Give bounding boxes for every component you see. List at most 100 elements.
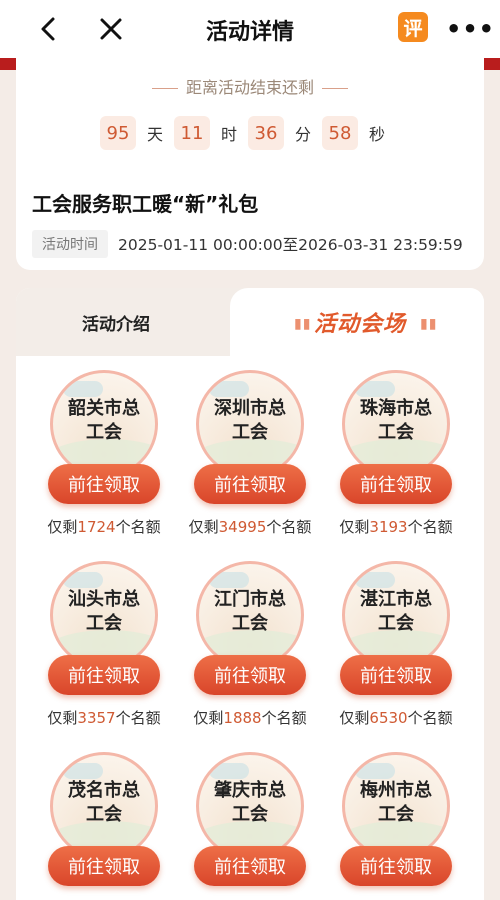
countdown-hours: 11	[174, 116, 210, 150]
venue-name-line2: 工会	[86, 804, 122, 825]
activity-info-card: 距离活动结束还剩 95 天 11 时 36 分 58 秒 工会服务职工暖“新”礼…	[16, 58, 484, 270]
quota-count: 3193	[369, 518, 408, 536]
venue-name-line2: 工会	[378, 613, 414, 634]
venue-name: 江门市总 工会	[199, 588, 301, 636]
quota-suffix: 个名额	[266, 518, 312, 536]
venue-name-line1: 汕头市总	[68, 589, 140, 610]
claim-button[interactable]: 前往领取	[194, 655, 306, 695]
venue-name: 梅州市总 工会	[345, 779, 447, 827]
claim-button[interactable]: 前往领取	[194, 464, 306, 504]
venue-badge: 汕头市总 工会	[50, 561, 158, 669]
venue-name-line1: 梅州市总	[360, 780, 432, 801]
cloud-decoration	[209, 572, 249, 588]
quota-text: 仅剩6530个名额	[321, 707, 471, 728]
quota-count: 1888	[223, 709, 262, 727]
venue-name-line2: 工会	[86, 422, 122, 443]
activity-title: 工会服务职工暖“新”礼包	[32, 192, 259, 216]
cloud-decoration	[209, 763, 249, 779]
cloud-decoration	[355, 572, 395, 588]
venue-item: 茂名市总工会 前往领取	[29, 752, 179, 900]
tab-decoration-left: ▮▮	[294, 316, 312, 332]
countdown-timer: 95 天 11 时 36 分 58 秒	[100, 116, 396, 150]
venue-name-line1: 江门市总	[214, 589, 286, 610]
cloud-decoration	[355, 763, 395, 779]
quota-prefix: 仅剩	[339, 709, 370, 727]
venue-item: 深圳市总工会 前往领取 仅剩34995个名额	[175, 370, 325, 546]
venue-name-line1: 肇庆市总	[214, 780, 286, 801]
venue-name-line2: 工会	[86, 613, 122, 634]
venue-badge: 江门市总 工会	[196, 561, 304, 669]
venue-badge: 肇庆市总 工会	[196, 752, 304, 860]
venue-name-line1: 韶关市总	[68, 398, 140, 419]
venue-name-line2: 工会	[232, 804, 268, 825]
divider	[322, 88, 348, 89]
countdown-days-unit: 天	[146, 125, 163, 144]
tab-decoration-right: ▮▮	[420, 316, 438, 332]
venue-name: 汕头市总 工会	[53, 588, 155, 636]
venue-item: 江门市总 工会 前往领取 仅剩1888个名额	[175, 561, 325, 737]
claim-button[interactable]: 前往领取	[340, 846, 452, 886]
activity-time-value: 2025-01-11 00:00:00至2026-03-31 23:59:59	[118, 236, 463, 254]
venue-item: 湛江市总工会 前往领取 仅剩6530个名额	[321, 561, 471, 737]
venue-name: 茂名市总 工会	[53, 779, 155, 827]
venue-badge: 茂名市总 工会	[50, 752, 158, 860]
venue-name: 肇庆市总 工会	[199, 779, 301, 827]
quota-suffix: 个名额	[115, 709, 161, 727]
countdown-days: 95	[100, 116, 136, 150]
cloud-decoration	[63, 763, 103, 779]
venue-name-line2: 工会	[378, 804, 414, 825]
claim-button[interactable]: 前往领取	[340, 464, 452, 504]
review-icon[interactable]: 评	[398, 12, 428, 42]
activity-time-row: 活动时间 2025-01-11 00:00:00至2026-03-31 23:5…	[32, 230, 463, 258]
venue-badge: 湛江市总 工会	[342, 561, 450, 669]
claim-button[interactable]: 前往领取	[48, 846, 160, 886]
countdown-seconds-unit: 秒	[368, 125, 385, 144]
cloud-decoration	[63, 381, 103, 397]
claim-button[interactable]: 前往领取	[194, 846, 306, 886]
countdown-label: 距离活动结束还剩	[185, 78, 314, 97]
cloud-decoration	[355, 381, 395, 397]
quota-prefix: 仅剩	[193, 709, 224, 727]
venue-name-line1: 湛江市总	[360, 589, 432, 610]
quota-suffix: 个名额	[115, 518, 161, 536]
venue-name: 韶关市总 工会	[53, 397, 155, 445]
venue-item: 梅州市总工会 前往领取	[321, 752, 471, 900]
countdown-minutes: 36	[248, 116, 284, 150]
activity-time-label: 活动时间	[32, 230, 108, 258]
venue-name-line2: 工会	[232, 422, 268, 443]
venue-name-line1: 茂名市总	[68, 780, 140, 801]
venue-item: 韶关市总工会 前往领取 仅剩1724个名额	[29, 370, 179, 546]
venue-name: 珠海市总 工会	[345, 397, 447, 445]
quota-text: 仅剩34995个名额	[175, 516, 325, 537]
quota-count: 34995	[218, 518, 267, 536]
claim-button[interactable]: 前往领取	[340, 655, 452, 695]
quota-text: 仅剩1724个名额	[29, 516, 179, 537]
quota-prefix: 仅剩	[188, 518, 219, 536]
quota-count: 1724	[77, 518, 116, 536]
tab-bar: 活动介绍 ▮▮ 活动会场 ▮▮	[16, 288, 484, 356]
countdown-hours-unit: 时	[220, 125, 237, 144]
claim-button[interactable]: 前往领取	[48, 464, 160, 504]
quota-text: 仅剩3357个名额	[29, 707, 179, 728]
venue-name-line1: 深圳市总	[214, 398, 286, 419]
venue-badge: 韶关市总 工会	[50, 370, 158, 478]
countdown-header: 距离活动结束还剩	[16, 74, 484, 98]
quota-count: 3357	[77, 709, 116, 727]
countdown-minutes-unit: 分	[294, 125, 311, 144]
venue-badge: 珠海市总 工会	[342, 370, 450, 478]
venue-badge: 梅州市总 工会	[342, 752, 450, 860]
quota-prefix: 仅剩	[47, 518, 78, 536]
claim-button[interactable]: 前往领取	[48, 655, 160, 695]
venue-item: 珠海市总 工会 前往领取 仅剩3193个名额	[321, 370, 471, 546]
tab-intro[interactable]: 活动介绍	[16, 310, 216, 335]
nav-bar: 活动详情 评 •••	[0, 0, 500, 58]
tab-venue[interactable]: 活动会场	[314, 306, 406, 338]
quota-text: 仅剩3193个名额	[321, 516, 471, 537]
quota-prefix: 仅剩	[47, 709, 78, 727]
quota-prefix: 仅剩	[339, 518, 370, 536]
more-icon[interactable]: •••	[446, 14, 494, 44]
quota-count: 6530	[369, 709, 408, 727]
venue-name: 深圳市总 工会	[199, 397, 301, 445]
quota-text: 仅剩1888个名额	[175, 707, 325, 728]
quota-suffix: 个名额	[407, 709, 453, 727]
